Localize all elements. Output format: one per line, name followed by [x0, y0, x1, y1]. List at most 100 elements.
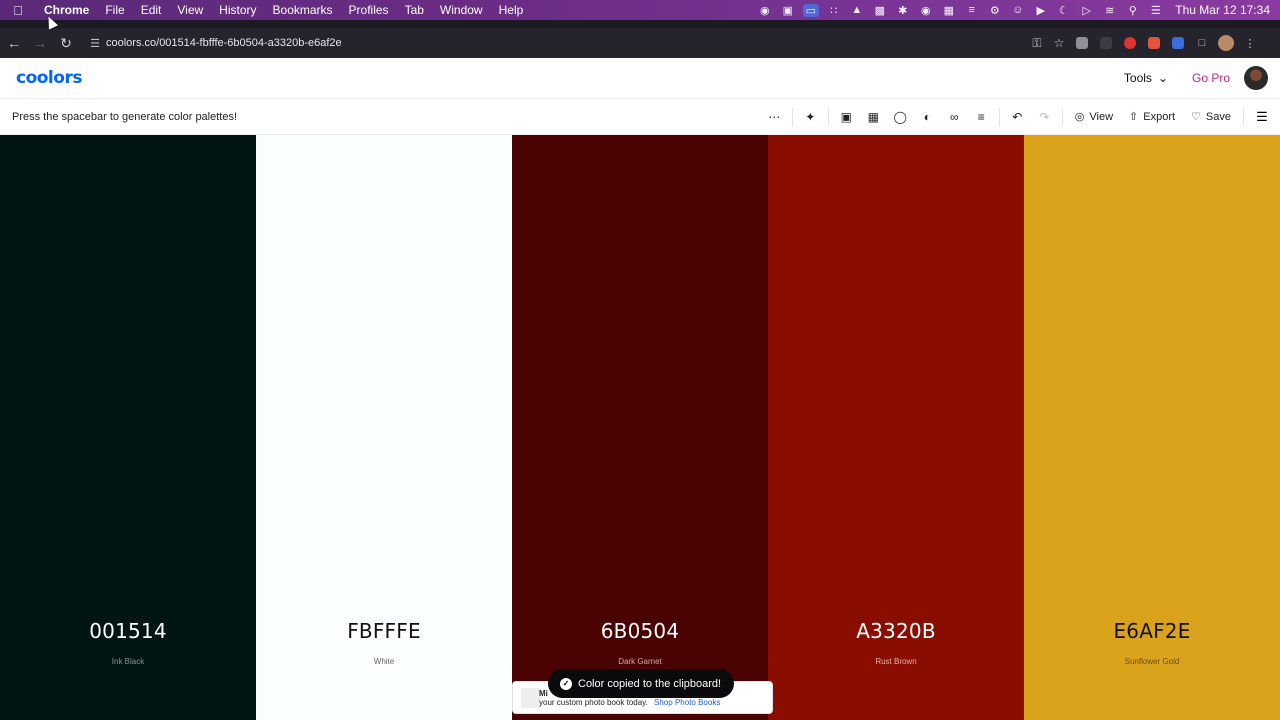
menu-history[interactable]: History: [211, 3, 264, 17]
user-icon[interactable]: ☺: [1006, 0, 1029, 20]
toast-message: Color copied to the clipboard!: [578, 677, 722, 690]
wifi-icon[interactable]: ≋: [1098, 0, 1121, 20]
status-app-icon[interactable]: ◉: [753, 0, 776, 20]
tools-menu[interactable]: Tools ⌄: [1124, 71, 1168, 85]
adjust-sliders-icon[interactable]: ≡: [968, 104, 995, 130]
bookmark-star-icon[interactable]: ☆: [1048, 36, 1070, 50]
hex-code[interactable]: E6AF2E: [1024, 619, 1280, 643]
color-name[interactable]: Sunflower Gold: [1024, 657, 1280, 666]
chrome-menu-icon[interactable]: ⋮: [1238, 31, 1262, 55]
copied-toast: ✓ Color copied to the clipboard!: [548, 669, 734, 698]
vpn-icon[interactable]: ◉: [914, 0, 937, 20]
hex-code[interactable]: FBFFFE: [256, 619, 512, 643]
undo-icon[interactable]: ↶: [1004, 104, 1031, 130]
view-label: View: [1089, 110, 1114, 123]
color-swatch[interactable]: E6AF2E Sunflower Gold: [1024, 135, 1280, 720]
glasses-icon[interactable]: ∞: [941, 104, 968, 130]
ad-cta-link[interactable]: Shop Photo Books: [654, 698, 720, 707]
menu-clock[interactable]: Thu Mar 12 17:34: [1167, 3, 1280, 17]
ad-thumbnail: [521, 688, 541, 708]
color-name[interactable]: Ink Black: [0, 657, 256, 666]
divider: [1061, 107, 1063, 126]
more-options-icon[interactable]: ⋯: [761, 104, 788, 130]
extension-4-icon[interactable]: [1142, 31, 1166, 55]
menu-window[interactable]: Window: [432, 3, 491, 17]
share-icon: ⇧: [1129, 111, 1139, 123]
status-s-icon[interactable]: ▣: [776, 0, 799, 20]
menu-app-chrome[interactable]: Chrome: [36, 3, 97, 17]
color-name[interactable]: White: [256, 657, 512, 666]
control-center-icon[interactable]: ☰: [1144, 0, 1167, 20]
hex-code[interactable]: A3320B: [768, 619, 1024, 643]
redo-icon[interactable]: ↷: [1031, 104, 1058, 130]
divider: [827, 107, 829, 126]
reload-icon[interactable]: ↻: [54, 31, 78, 55]
coolors-logo[interactable]: coolors: [16, 68, 82, 88]
cast-icon[interactable]: ▶: [1029, 0, 1052, 20]
grid-dots-icon[interactable]: ∷: [822, 0, 845, 20]
extensions-puzzle-icon[interactable]: □: [1190, 31, 1214, 55]
gear-icon[interactable]: ⚙: [983, 0, 1006, 20]
hamburger-menu-icon[interactable]: ☰: [1248, 109, 1276, 125]
check-circle-icon: ✓: [560, 677, 572, 690]
color-swatch[interactable]: 6B0504 Dark Garnet: [512, 135, 768, 720]
menu-view[interactable]: View: [169, 3, 211, 17]
address-bar[interactable]: ☰ coolors.co/001514-fbfffe-6b0504-a3320b…: [84, 31, 1070, 55]
profile-avatar[interactable]: [1214, 31, 1238, 55]
avatar[interactable]: [1244, 66, 1268, 90]
divider: [998, 107, 1000, 126]
moon-icon[interactable]: ☾: [1052, 0, 1075, 20]
password-key-icon[interactable]: ⚿: [1026, 36, 1048, 51]
menu-tab[interactable]: Tab: [397, 3, 432, 17]
magic-wand-icon[interactable]: ✦: [797, 104, 824, 130]
menu-help[interactable]: Help: [491, 3, 532, 17]
audio-wave-icon[interactable]: ≡: [960, 0, 983, 20]
extension-1-icon[interactable]: [1070, 31, 1094, 55]
calendar-icon[interactable]: ▦: [937, 0, 960, 20]
color-name[interactable]: Dark Garnet: [512, 657, 768, 666]
hex-code[interactable]: 001514: [0, 619, 256, 643]
back-icon[interactable]: ←: [2, 31, 26, 55]
ad-body: your custom photo book today.: [539, 698, 648, 707]
go-pro-link[interactable]: Go Pro: [1192, 71, 1230, 85]
chrome-tab-strip: [0, 20, 1280, 28]
search-icon[interactable]: ⚲: [1121, 0, 1144, 20]
forward-icon[interactable]: →: [28, 31, 52, 55]
hex-code[interactable]: 6B0504: [512, 619, 768, 643]
menu-bookmarks[interactable]: Bookmarks: [265, 3, 341, 17]
view-button[interactable]: ◎ View: [1067, 104, 1121, 130]
menu-file[interactable]: File: [97, 3, 132, 17]
bell-icon[interactable]: ▲: [845, 0, 868, 20]
save-button[interactable]: ♡ Save: [1183, 104, 1239, 130]
url-text[interactable]: coolors.co/001514-fbfffe-6b0504-a3320b-e…: [106, 37, 1026, 49]
extension-5-icon[interactable]: [1166, 31, 1190, 55]
save-label: Save: [1205, 110, 1231, 123]
contrast-icon[interactable]: ◐: [914, 104, 941, 130]
generator-toolbar: Press the spacebar to generate color pal…: [0, 99, 1280, 135]
eye-icon: ◎: [1074, 111, 1085, 123]
display-icon[interactable]: ▩: [868, 0, 891, 20]
browser-toolbar: ← → ↻ ☰ coolors.co/001514-fbfffe-6b0504-…: [0, 28, 1280, 58]
extension-3-icon[interactable]: [1118, 31, 1142, 55]
color-swatch[interactable]: A3320B Rust Brown: [768, 135, 1024, 720]
screen-mirror-icon[interactable]: ▭: [799, 0, 822, 20]
color-swatch[interactable]: 001514 Ink Black: [0, 135, 256, 720]
menu-profiles[interactable]: Profiles: [341, 3, 397, 17]
export-button[interactable]: ⇧ Export: [1121, 104, 1183, 130]
menu-edit[interactable]: Edit: [133, 3, 170, 17]
chevron-down-icon: ⌄: [1157, 71, 1168, 85]
apple-icon[interactable]: : [0, 3, 36, 18]
export-label: Export: [1143, 110, 1176, 123]
collage-icon[interactable]: ◯: [887, 104, 914, 130]
spacebar-hint: Press the spacebar to generate color pal…: [12, 110, 238, 123]
site-info-icon[interactable]: ☰: [84, 37, 106, 50]
extension-2-icon[interactable]: [1094, 31, 1118, 55]
site-header: coolors Tools ⌄ Go Pro: [0, 58, 1280, 99]
play-circle-icon[interactable]: ▷: [1075, 0, 1098, 20]
table-grid-icon[interactable]: ▦: [860, 104, 887, 130]
color-name[interactable]: Rust Brown: [768, 657, 1024, 666]
camera-icon[interactable]: ▣: [833, 104, 860, 130]
bluetooth-icon[interactable]: ✱: [891, 0, 914, 20]
heart-icon: ♡: [1191, 111, 1201, 123]
color-swatch[interactable]: FBFFFE White: [256, 135, 512, 720]
